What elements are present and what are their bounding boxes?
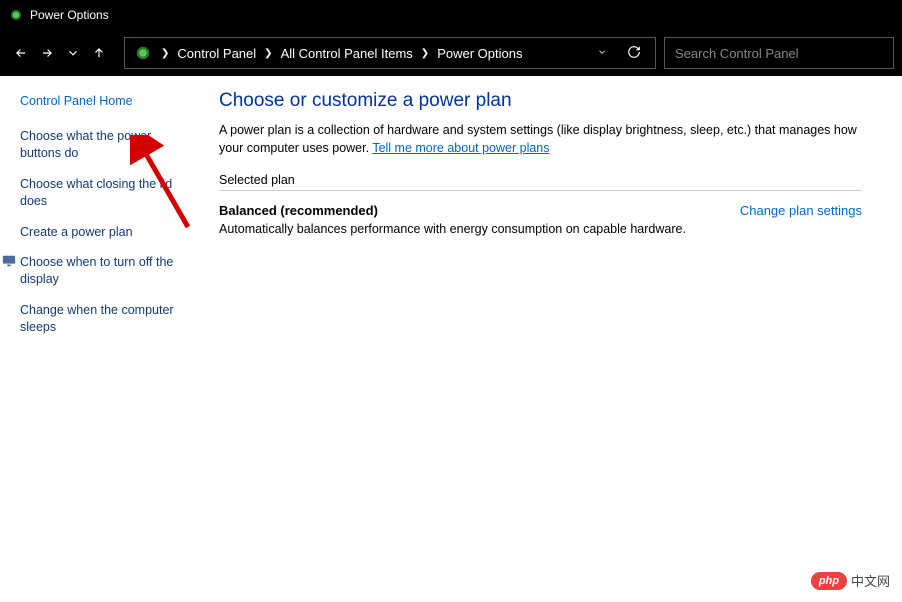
watermark-text: 中文网 — [851, 571, 890, 590]
up-button[interactable] — [86, 40, 112, 66]
sidebar-item-label: Create a power plan — [20, 224, 133, 241]
sidebar-link-power-buttons[interactable]: Choose what the power buttons do — [20, 128, 191, 162]
chevron-right-icon[interactable]: ❯ — [417, 48, 433, 59]
search-box[interactable] — [664, 37, 894, 69]
chevron-right-icon[interactable]: ❯ — [260, 48, 276, 59]
sidebar-item-label: Choose what the power buttons do — [20, 128, 191, 162]
sidebar-item-label: Change when the computer sleeps — [20, 302, 191, 336]
titlebar: Power Options — [0, 0, 902, 30]
plan-row: Balanced (recommended) Change plan setti… — [219, 203, 862, 218]
navbar: ❯ Control Panel ❯ All Control Panel Item… — [0, 30, 902, 76]
monitor-icon — [2, 254, 16, 268]
plan-description: Automatically balances performance with … — [219, 222, 862, 236]
address-dropdown[interactable] — [587, 47, 617, 60]
breadcrumb-power-options[interactable]: Power Options — [433, 38, 526, 68]
search-input[interactable] — [665, 46, 893, 61]
address-bar[interactable]: ❯ Control Panel ❯ All Control Panel Item… — [124, 37, 656, 69]
watermark: php 中文网 — [811, 571, 890, 590]
sidebar-link-closing-lid[interactable]: Choose what closing the lid does — [20, 176, 191, 210]
plan-name: Balanced (recommended) — [219, 203, 378, 218]
back-button[interactable] — [8, 40, 34, 66]
forward-button[interactable] — [34, 40, 60, 66]
refresh-button[interactable] — [617, 45, 651, 62]
sidebar-item-label: Choose when to turn off the display — [20, 254, 191, 288]
change-plan-settings-link[interactable]: Change plan settings — [740, 203, 862, 218]
tell-me-more-link[interactable]: Tell me more about power plans — [372, 141, 549, 155]
moon-icon — [2, 302, 16, 316]
control-panel-home-link[interactable]: Control Panel Home — [20, 94, 191, 108]
watermark-badge: php — [811, 572, 847, 590]
recent-dropdown[interactable] — [60, 40, 86, 66]
sidebar: Control Panel Home Choose what the power… — [0, 76, 205, 602]
section-label: Selected plan — [219, 173, 862, 191]
breadcrumb-all-items[interactable]: All Control Panel Items — [277, 38, 417, 68]
chevron-right-icon[interactable]: ❯ — [157, 48, 173, 59]
window-title: Power Options — [30, 8, 109, 22]
main-panel: Choose or customize a power plan A power… — [205, 76, 902, 602]
sidebar-link-turn-off-display[interactable]: Choose when to turn off the display — [2, 254, 191, 288]
breadcrumb-control-panel[interactable]: Control Panel — [173, 38, 260, 68]
power-options-icon — [133, 43, 153, 63]
sidebar-item-label: Choose what closing the lid does — [20, 176, 191, 210]
sidebar-link-computer-sleeps[interactable]: Change when the computer sleeps — [2, 302, 191, 336]
power-options-icon — [8, 7, 24, 23]
content-area: Control Panel Home Choose what the power… — [0, 76, 902, 602]
page-title: Choose or customize a power plan — [219, 90, 862, 112]
page-description: A power plan is a collection of hardware… — [219, 122, 862, 157]
sidebar-link-create-plan[interactable]: Create a power plan — [20, 224, 191, 241]
